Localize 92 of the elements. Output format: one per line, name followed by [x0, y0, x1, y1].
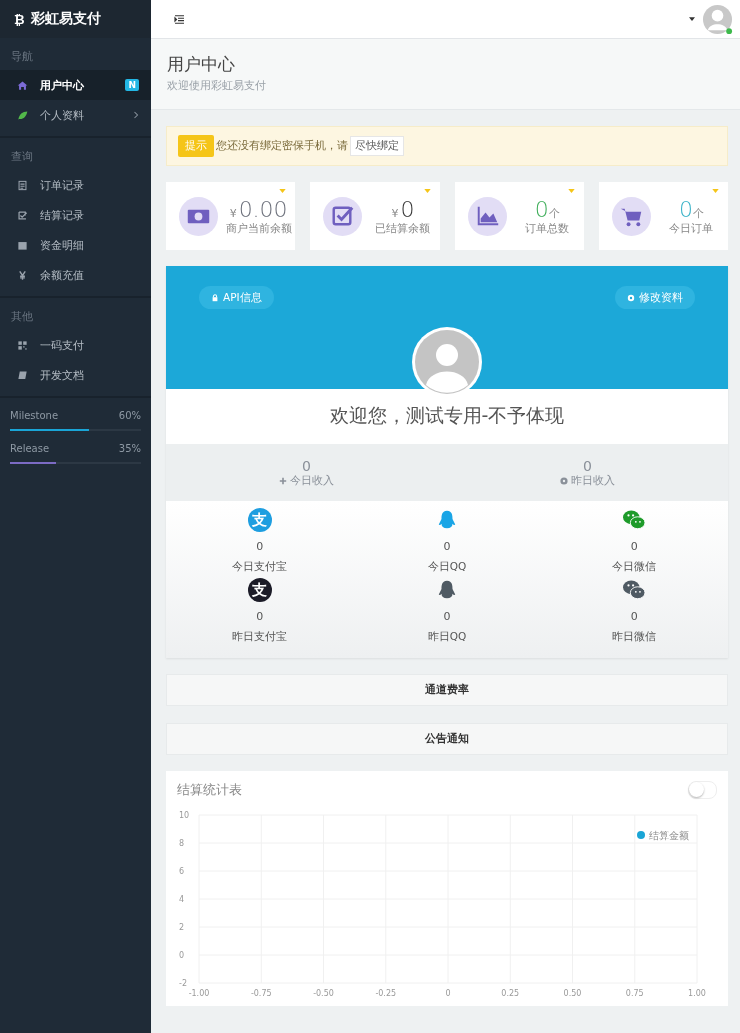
x-tick-label: 0.50	[563, 989, 582, 998]
nav-item[interactable]: 资金明细	[0, 230, 151, 260]
channel-label: 昨日微信	[612, 630, 657, 644]
alert-tag: 提示	[178, 135, 214, 157]
yen-icon	[17, 269, 28, 281]
channel-value: 0	[256, 540, 264, 553]
y-tick-label: 0	[179, 951, 185, 960]
stat-label: 今日订单	[669, 221, 714, 236]
money-icon	[179, 196, 218, 236]
lock-icon	[211, 293, 219, 302]
progress-reading: 35%	[118, 443, 141, 454]
calendar-icon	[17, 239, 28, 251]
toggle-switch[interactable]	[688, 781, 717, 799]
circle-icon	[560, 476, 568, 485]
chart-icon	[467, 196, 507, 236]
panel-header[interactable]: 公告通知	[166, 723, 728, 755]
stat-value: 0个	[534, 196, 560, 222]
y-tick-label: -2	[179, 979, 187, 988]
bind-button[interactable]: 尽快绑定	[350, 136, 404, 156]
x-tick-label: -0.75	[250, 989, 272, 998]
progress-label: Release	[10, 443, 50, 454]
avatar-icon[interactable]	[702, 3, 733, 35]
x-tick-label: -0.50	[313, 989, 334, 998]
plus-icon	[279, 476, 287, 485]
nav-item[interactable]: 个人资料	[0, 100, 151, 130]
avatar-icon	[412, 327, 482, 397]
progress-reading: 60%	[118, 410, 141, 421]
x-tick-label: 0.25	[501, 989, 520, 998]
x-tick-label: 1.00	[688, 989, 706, 998]
channel-value: 0	[630, 610, 638, 623]
nav-item[interactable]: 一码支付	[0, 330, 151, 360]
channel-label: 今日微信	[612, 560, 657, 574]
alipay-icon: 支	[247, 508, 272, 532]
stat-value: ¥0.00	[229, 196, 288, 222]
y-tick-label: 10	[179, 811, 190, 820]
channel-label: 今日支付宝	[232, 560, 288, 574]
y-tick-label: 2	[179, 923, 185, 932]
new-badge: N	[125, 79, 139, 91]
nav-item[interactable]: 开发文档	[0, 360, 151, 390]
channel-label: 昨日支付宝	[232, 630, 288, 644]
stat-value: ¥0	[391, 196, 415, 222]
channel-value: 0	[630, 540, 638, 553]
channel-value: 0	[443, 540, 451, 553]
stat-label: 订单总数	[525, 221, 570, 236]
home-icon	[17, 79, 28, 91]
x-tick-label: -1.00	[188, 989, 210, 998]
income-label: 今日收入	[290, 473, 334, 488]
channel-value: 0	[443, 610, 451, 623]
nav-item[interactable]: 余额充值	[0, 260, 151, 290]
nav-item[interactable]: 用户中心 N	[0, 70, 151, 100]
income-label: 昨日收入	[571, 473, 615, 488]
y-tick-label: 8	[179, 839, 185, 848]
list-icon	[17, 179, 28, 191]
page-subtitle: 欢迎使用彩虹易支付	[167, 79, 267, 93]
alert-message: 您还没有绑定密保手机，请	[216, 139, 348, 153]
logo-icon: ₿	[14, 11, 25, 27]
channel-label: 今日QQ	[427, 560, 467, 574]
x-tick-label: 0.75	[625, 989, 644, 998]
gear-icon	[627, 293, 635, 302]
channel-label: 昨日QQ	[427, 630, 467, 644]
section-heading: 其他	[10, 309, 34, 324]
legend-label: 结算金额	[649, 830, 689, 841]
nav-item[interactable]: 结算记录	[0, 200, 151, 230]
stat-label: 商户当前余额	[225, 221, 292, 236]
cart-icon	[611, 196, 651, 236]
progress-label: Milestone	[10, 410, 59, 421]
page-title: 用户中心	[167, 53, 236, 76]
x-tick-label: 0	[445, 989, 451, 998]
y-tick-label: 6	[179, 867, 185, 876]
qr-icon	[17, 339, 28, 351]
x-tick-label: -0.25	[375, 989, 397, 998]
section-heading: 查询	[10, 149, 34, 164]
brand-name: 彩虹易支付	[30, 10, 101, 28]
nav-item[interactable]: 订单记录	[0, 170, 151, 200]
check-icon	[17, 209, 28, 221]
section-heading: 导航	[10, 49, 34, 64]
chart-title: 结算统计表	[177, 781, 242, 799]
check-icon	[323, 196, 363, 236]
y-tick-label: 4	[179, 895, 185, 904]
menu-icon[interactable]	[174, 14, 185, 24]
leaf-icon	[17, 109, 28, 121]
stat-value: 0个	[678, 196, 704, 222]
chevron-icon	[133, 111, 139, 119]
caret-icon[interactable]	[689, 17, 695, 21]
panel-header[interactable]: 通道费率	[166, 674, 728, 706]
alipay-icon: 支	[247, 578, 272, 602]
income-value: 0	[583, 457, 592, 474]
stat-label: 已结算余额	[375, 221, 431, 236]
income-value: 0	[302, 457, 311, 474]
channel-value: 0	[256, 610, 264, 623]
book-icon	[17, 369, 28, 381]
welcome-heading: 欢迎您，测试专用-不予体现	[329, 403, 565, 428]
